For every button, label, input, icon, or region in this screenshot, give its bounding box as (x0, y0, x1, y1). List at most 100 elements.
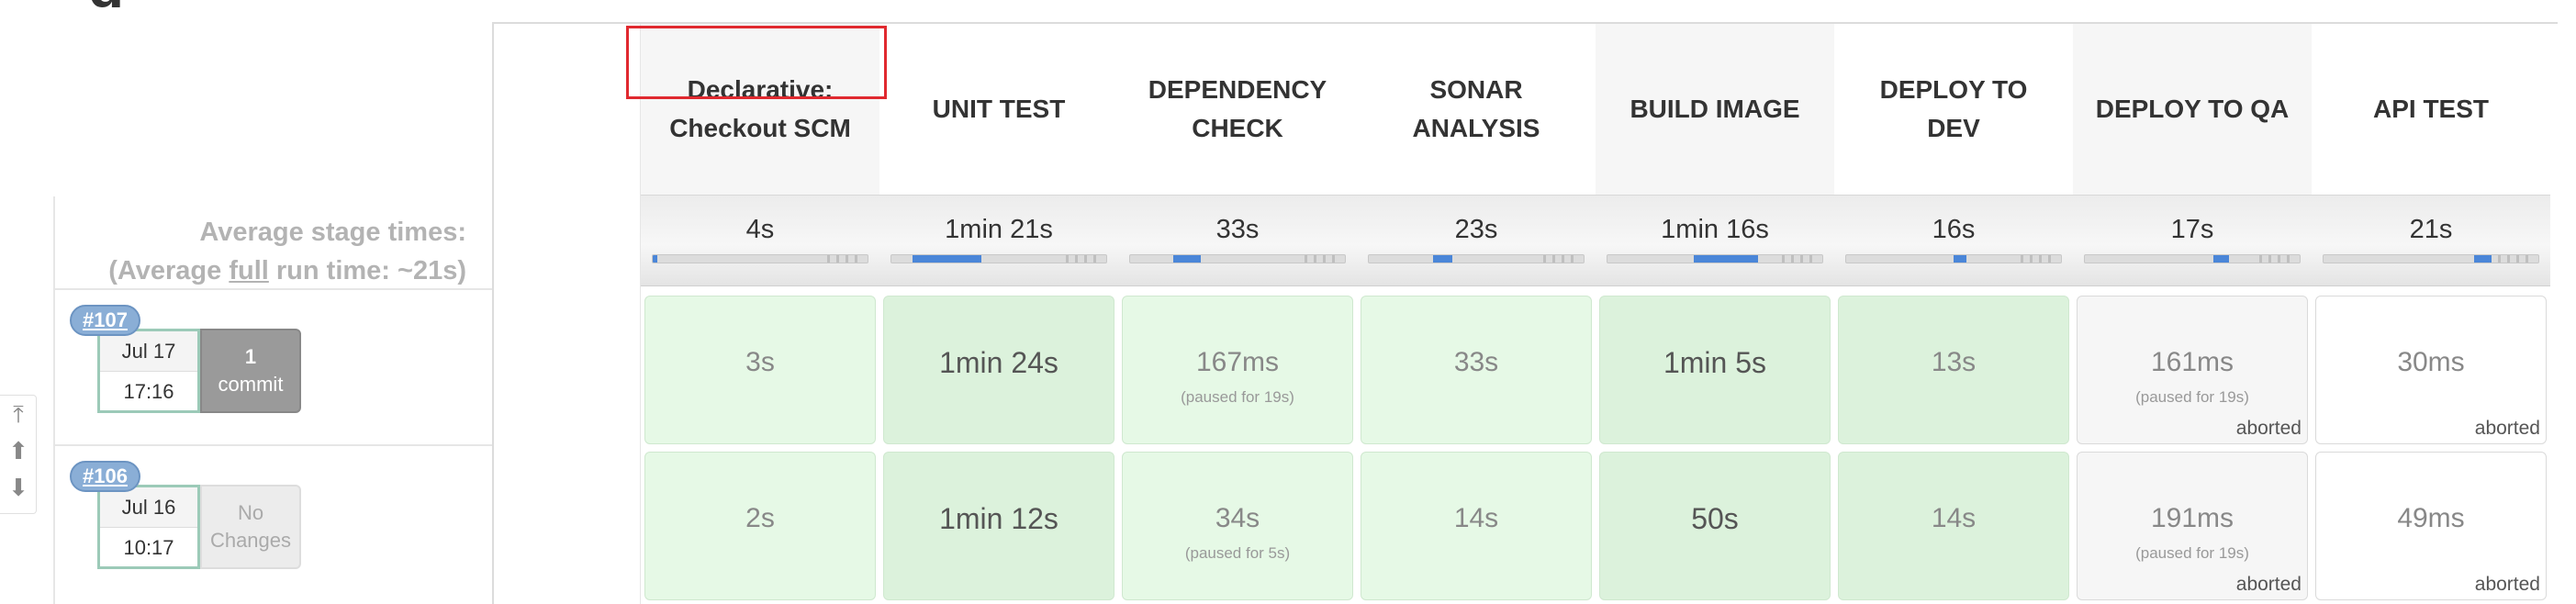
stage-run-cell[interactable]: 191ms (paused for 19s) aborted (2077, 452, 2308, 600)
stage-run-duration: 161ms (2150, 347, 2234, 377)
stage-average-time: 1min 21s (945, 215, 1053, 244)
stage-run-cell[interactable]: 50s (1599, 452, 1831, 600)
stage-header: DEPLOY TO DEV (1879, 75, 2028, 142)
stage-run-cell[interactable]: 2s (644, 452, 876, 600)
build-history-panel: Average stage times: (Average full run t… (53, 196, 494, 604)
stage-duration-bar-fill (1433, 255, 1453, 263)
stage-run-cell[interactable]: 33s (1361, 296, 1592, 444)
stage-header: API TEST (2372, 95, 2489, 123)
stage-average-time: 1min 16s (1661, 215, 1769, 244)
run-row: #107 Jul 17 17:16 1 commit (55, 288, 494, 444)
build-date-box: Jul 16 10:17 (97, 485, 200, 569)
stage-run-cell[interactable]: 14s (1838, 452, 2069, 600)
average-stage-times-label: Average stage times: (Average full run t… (108, 218, 466, 285)
stage-run-pause-note: (paused for 19s) (2135, 544, 2249, 562)
stage-run-duration: 34s (1215, 503, 1260, 533)
stage-average-time: 4s (745, 215, 775, 244)
stage-header: SONAR ANALYSIS (1412, 75, 1540, 142)
stage-duration-bar (1607, 254, 1823, 263)
stage-run-duration: 3s (745, 347, 775, 377)
stage-run-duration: 13s (1931, 347, 1977, 377)
stage-run-duration: 14s (1931, 503, 1977, 533)
stage-table-lead-column (494, 24, 641, 604)
stage-average-cell: 23s (1357, 195, 1596, 286)
build-date: Jul 17 (100, 331, 197, 372)
stage-run-cell[interactable]: 167ms (paused for 19s) (1122, 296, 1353, 444)
stage-average-cell: 1min 16s (1596, 195, 1834, 286)
stage-duration-bar (2084, 254, 2301, 263)
stage-average-cell: 17s (2073, 195, 2312, 286)
stage-duration-bar-fill (2213, 255, 2229, 263)
stage-run-cell[interactable]: 49ms aborted (2315, 452, 2547, 600)
stage-run-duration: 1min 12s (939, 502, 1058, 535)
stage-duration-bar (1845, 254, 2062, 263)
stage-duration-bar-fill (2473, 255, 2492, 263)
arrow-to-top-icon[interactable]: ⤒ (0, 396, 37, 432)
stage-average-time: 21s (2409, 215, 2453, 244)
stage-run-cell[interactable]: 34s (paused for 5s) (1122, 452, 1353, 600)
stage-run-duration: 1min 5s (1663, 346, 1767, 379)
stage-run-duration: 50s (1691, 502, 1739, 535)
stage-average-cell: 16s (1834, 195, 2073, 286)
stage-run-cell[interactable]: 14s (1361, 452, 1592, 600)
build-number-link[interactable]: #106 (70, 461, 140, 492)
stage-run-status: aborted (2235, 574, 2302, 595)
stage-run-cell[interactable]: 1min 5s (1599, 296, 1831, 444)
stage-run-pause-note: (paused for 5s) (1184, 544, 1291, 562)
stage-run-duration: 2s (745, 503, 775, 533)
stage-run-duration: 14s (1453, 503, 1499, 533)
stage-average-cell: 1min 21s (879, 195, 1118, 286)
stage-run-pause-note: (paused for 19s) (1181, 388, 1294, 406)
page-heading-fragment: g (88, 0, 198, 7)
arrow-down-icon[interactable]: ⬇ (0, 469, 37, 506)
no-changes-box: No Changes (200, 485, 301, 569)
stage-run-cell[interactable]: 1min 24s (883, 296, 1114, 444)
stage-run-cell[interactable]: 1min 12s (883, 452, 1114, 600)
stage-run-status: aborted (2235, 418, 2302, 439)
stage-run-duration: 167ms (1195, 347, 1280, 377)
stage-run-cell[interactable]: 30ms aborted (2315, 296, 2547, 444)
stage-average-time: 17s (2170, 215, 2214, 244)
stage-run-cell[interactable]: 161ms (paused for 19s) aborted (2077, 296, 2308, 444)
stage-average-cell: 21s (2312, 195, 2550, 286)
run-row: #106 Jul 16 10:17 No Changes (55, 444, 494, 604)
stage-run-cell[interactable]: 3s (644, 296, 876, 444)
stage-header: BUILD IMAGE (1596, 24, 1834, 195)
stage-run-status: aborted (2474, 574, 2540, 595)
stage-run-cell[interactable]: 13s (1838, 296, 2069, 444)
stage-average-cell: 33s (1118, 195, 1357, 286)
arrow-up-icon[interactable]: ⬆ (0, 432, 37, 469)
build-time: 10:17 (123, 536, 174, 559)
build-time: 17:16 (123, 380, 174, 403)
stage-duration-bar-fill (653, 255, 657, 263)
stage-header: Declarative: Checkout SCM (641, 24, 879, 195)
stage-duration-bar (2323, 254, 2539, 263)
stage-run-status: aborted (2474, 418, 2540, 439)
stage-header: DEPENDENCY CHECK (1148, 75, 1327, 142)
stage-duration-bar-fill (913, 255, 982, 263)
stage-view-table: Declarative: Checkout SCM 4s UNIT TEST 1min… (492, 22, 2558, 604)
stage-duration-bar (1129, 254, 1346, 263)
stage-duration-bar-fill (1954, 255, 1967, 263)
stage-average-time: 16s (1932, 215, 1976, 244)
stage-duration-bar-fill (1172, 255, 1202, 263)
stage-run-duration: 191ms (2150, 503, 2234, 533)
stage-average-time: 33s (1215, 215, 1260, 244)
stage-run-pause-note: (paused for 19s) (2135, 388, 2249, 406)
stage-average-time: 23s (1454, 215, 1498, 244)
stage-run-duration: 30ms (2397, 347, 2465, 377)
build-date-box: Jul 17 17:16 (97, 329, 200, 413)
stage-duration-bar (890, 254, 1107, 263)
scroll-controls: ⤒ ⬆ ⬇ (0, 395, 37, 514)
build-number-link[interactable]: #107 (70, 305, 140, 336)
stage-run-duration: 1min 24s (939, 346, 1058, 379)
stage-header: UNIT TEST (932, 95, 1066, 123)
stage-run-duration: 49ms (2397, 503, 2465, 533)
stage-duration-bar (1368, 254, 1585, 263)
build-date: Jul 16 (100, 487, 197, 528)
changes-button[interactable]: 1 commit (200, 329, 301, 413)
stage-duration-bar (652, 254, 868, 263)
stage-header: DEPLOY TO QA (2073, 24, 2312, 195)
stage-run-duration: 33s (1453, 347, 1499, 377)
stage-average-cell: 4s (641, 195, 879, 286)
